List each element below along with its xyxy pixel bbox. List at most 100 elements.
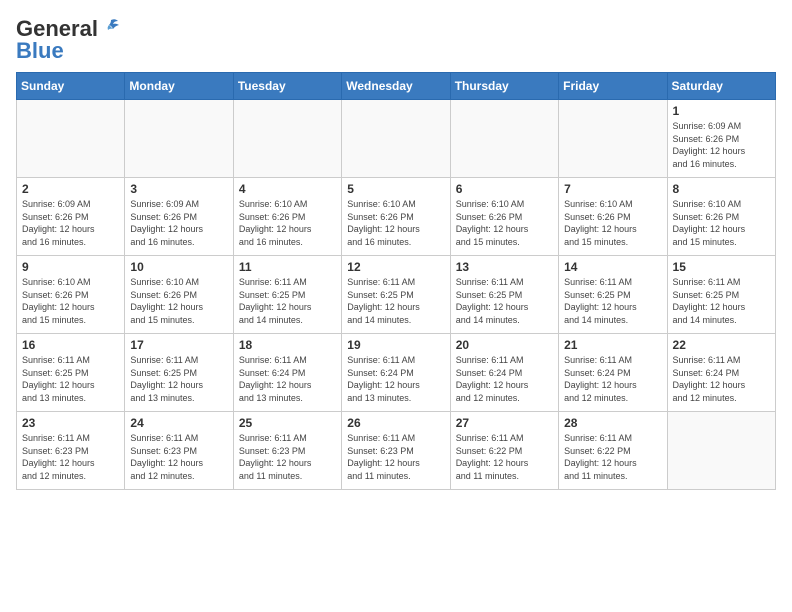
day-info: Sunrise: 6:10 AM Sunset: 6:26 PM Dayligh… (239, 198, 336, 248)
day-info: Sunrise: 6:11 AM Sunset: 6:24 PM Dayligh… (673, 354, 770, 404)
calendar-cell: 18 Sunrise: 6:11 AM Sunset: 6:24 PM Dayli… (233, 334, 341, 412)
weekday-header-thursday: Thursday (450, 73, 558, 100)
calendar-cell: 11 Sunrise: 6:11 AM Sunset: 6:25 PM Dayli… (233, 256, 341, 334)
day-number: 26 (347, 416, 444, 430)
calendar-cell: 19 Sunrise: 6:11 AM Sunset: 6:24 PM Dayli… (342, 334, 450, 412)
day-info: Sunrise: 6:11 AM Sunset: 6:24 PM Dayligh… (456, 354, 553, 404)
calendar-cell (17, 100, 125, 178)
day-info: Sunrise: 6:11 AM Sunset: 6:23 PM Dayligh… (22, 432, 119, 482)
calendar-cell: 7 Sunrise: 6:10 AM Sunset: 6:26 PM Daylig… (559, 178, 667, 256)
calendar-cell (233, 100, 341, 178)
day-number: 10 (130, 260, 227, 274)
page-header: General Blue (16, 16, 776, 64)
calendar-cell: 2 Sunrise: 6:09 AM Sunset: 6:26 PM Daylig… (17, 178, 125, 256)
day-number: 28 (564, 416, 661, 430)
day-info: Sunrise: 6:11 AM Sunset: 6:25 PM Dayligh… (347, 276, 444, 326)
day-info: Sunrise: 6:10 AM Sunset: 6:26 PM Dayligh… (673, 198, 770, 248)
calendar-cell: 4 Sunrise: 6:10 AM Sunset: 6:26 PM Daylig… (233, 178, 341, 256)
day-info: Sunrise: 6:11 AM Sunset: 6:24 PM Dayligh… (564, 354, 661, 404)
day-number: 23 (22, 416, 119, 430)
calendar-cell: 24 Sunrise: 6:11 AM Sunset: 6:23 PM Dayli… (125, 412, 233, 490)
weekday-header-saturday: Saturday (667, 73, 775, 100)
calendar-cell: 3 Sunrise: 6:09 AM Sunset: 6:26 PM Daylig… (125, 178, 233, 256)
calendar-cell: 16Sunrise: 6:11 AM Sunset: 6:25 PM Dayli… (17, 334, 125, 412)
logo-bird-icon (100, 16, 122, 38)
week-row-1: 1Sunrise: 6:09 AM Sunset: 6:26 PM Daylig… (17, 100, 776, 178)
week-row-3: 9 Sunrise: 6:10 AM Sunset: 6:26 PM Daylig… (17, 256, 776, 334)
calendar-cell: 17 Sunrise: 6:11 AM Sunset: 6:25 PM Dayli… (125, 334, 233, 412)
day-info: Sunrise: 6:11 AM Sunset: 6:23 PM Dayligh… (239, 432, 336, 482)
day-number: 25 (239, 416, 336, 430)
calendar-cell (667, 412, 775, 490)
day-info: Sunrise: 6:11 AM Sunset: 6:23 PM Dayligh… (347, 432, 444, 482)
calendar-cell (450, 100, 558, 178)
calendar-cell: 21 Sunrise: 6:11 AM Sunset: 6:24 PM Dayli… (559, 334, 667, 412)
day-number: 21 (564, 338, 661, 352)
week-row-2: 2 Sunrise: 6:09 AM Sunset: 6:26 PM Daylig… (17, 178, 776, 256)
logo: General Blue (16, 16, 122, 64)
calendar-cell: 23 Sunrise: 6:11 AM Sunset: 6:23 PM Dayli… (17, 412, 125, 490)
weekday-header-tuesday: Tuesday (233, 73, 341, 100)
weekday-header-sunday: Sunday (17, 73, 125, 100)
calendar-cell: 12Sunrise: 6:11 AM Sunset: 6:25 PM Dayli… (342, 256, 450, 334)
calendar-cell: 14Sunrise: 6:11 AM Sunset: 6:25 PM Dayli… (559, 256, 667, 334)
day-number: 3 (130, 182, 227, 196)
day-info: Sunrise: 6:10 AM Sunset: 6:26 PM Dayligh… (456, 198, 553, 248)
day-number: 1 (673, 104, 770, 118)
day-info: Sunrise: 6:09 AM Sunset: 6:26 PM Dayligh… (22, 198, 119, 248)
week-row-5: 23 Sunrise: 6:11 AM Sunset: 6:23 PM Dayli… (17, 412, 776, 490)
week-row-4: 16Sunrise: 6:11 AM Sunset: 6:25 PM Dayli… (17, 334, 776, 412)
calendar-cell: 28 Sunrise: 6:11 AM Sunset: 6:22 PM Dayli… (559, 412, 667, 490)
day-number: 4 (239, 182, 336, 196)
calendar-cell (559, 100, 667, 178)
day-info: Sunrise: 6:10 AM Sunset: 6:26 PM Dayligh… (130, 276, 227, 326)
calendar-cell: 6 Sunrise: 6:10 AM Sunset: 6:26 PM Daylig… (450, 178, 558, 256)
day-number: 8 (673, 182, 770, 196)
day-number: 27 (456, 416, 553, 430)
calendar-cell: 20 Sunrise: 6:11 AM Sunset: 6:24 PM Dayli… (450, 334, 558, 412)
day-number: 11 (239, 260, 336, 274)
day-info: Sunrise: 6:11 AM Sunset: 6:25 PM Dayligh… (130, 354, 227, 404)
calendar-cell: 27 Sunrise: 6:11 AM Sunset: 6:22 PM Dayli… (450, 412, 558, 490)
day-number: 22 (673, 338, 770, 352)
day-number: 9 (22, 260, 119, 274)
calendar-table: SundayMondayTuesdayWednesdayThursdayFrid… (16, 72, 776, 490)
calendar-cell: 9 Sunrise: 6:10 AM Sunset: 6:26 PM Daylig… (17, 256, 125, 334)
day-info: Sunrise: 6:11 AM Sunset: 6:25 PM Dayligh… (673, 276, 770, 326)
calendar-cell: 22 Sunrise: 6:11 AM Sunset: 6:24 PM Dayli… (667, 334, 775, 412)
calendar-cell: 5Sunrise: 6:10 AM Sunset: 6:26 PM Daylig… (342, 178, 450, 256)
day-info: Sunrise: 6:11 AM Sunset: 6:23 PM Dayligh… (130, 432, 227, 482)
day-number: 6 (456, 182, 553, 196)
day-info: Sunrise: 6:11 AM Sunset: 6:22 PM Dayligh… (456, 432, 553, 482)
weekday-header-friday: Friday (559, 73, 667, 100)
day-number: 5 (347, 182, 444, 196)
day-number: 18 (239, 338, 336, 352)
calendar-cell: 8 Sunrise: 6:10 AM Sunset: 6:26 PM Daylig… (667, 178, 775, 256)
day-number: 14 (564, 260, 661, 274)
calendar-cell: 15 Sunrise: 6:11 AM Sunset: 6:25 PM Dayli… (667, 256, 775, 334)
logo-blue-text: Blue (16, 38, 64, 64)
day-number: 7 (564, 182, 661, 196)
day-info: Sunrise: 6:11 AM Sunset: 6:22 PM Dayligh… (564, 432, 661, 482)
calendar-cell: 1Sunrise: 6:09 AM Sunset: 6:26 PM Daylig… (667, 100, 775, 178)
day-number: 15 (673, 260, 770, 274)
day-number: 24 (130, 416, 227, 430)
day-info: Sunrise: 6:11 AM Sunset: 6:24 PM Dayligh… (347, 354, 444, 404)
day-info: Sunrise: 6:11 AM Sunset: 6:24 PM Dayligh… (239, 354, 336, 404)
day-number: 20 (456, 338, 553, 352)
calendar-cell: 26 Sunrise: 6:11 AM Sunset: 6:23 PM Dayli… (342, 412, 450, 490)
weekday-header-monday: Monday (125, 73, 233, 100)
day-number: 13 (456, 260, 553, 274)
calendar-cell (342, 100, 450, 178)
day-number: 19 (347, 338, 444, 352)
day-number: 2 (22, 182, 119, 196)
day-number: 17 (130, 338, 227, 352)
calendar-cell: 10 Sunrise: 6:10 AM Sunset: 6:26 PM Dayli… (125, 256, 233, 334)
day-info: Sunrise: 6:09 AM Sunset: 6:26 PM Dayligh… (130, 198, 227, 248)
calendar-cell: 13Sunrise: 6:11 AM Sunset: 6:25 PM Dayli… (450, 256, 558, 334)
day-info: Sunrise: 6:10 AM Sunset: 6:26 PM Dayligh… (22, 276, 119, 326)
day-info: Sunrise: 6:11 AM Sunset: 6:25 PM Dayligh… (239, 276, 336, 326)
day-info: Sunrise: 6:10 AM Sunset: 6:26 PM Dayligh… (564, 198, 661, 248)
weekday-header-row: SundayMondayTuesdayWednesdayThursdayFrid… (17, 73, 776, 100)
calendar-cell: 25 Sunrise: 6:11 AM Sunset: 6:23 PM Dayli… (233, 412, 341, 490)
